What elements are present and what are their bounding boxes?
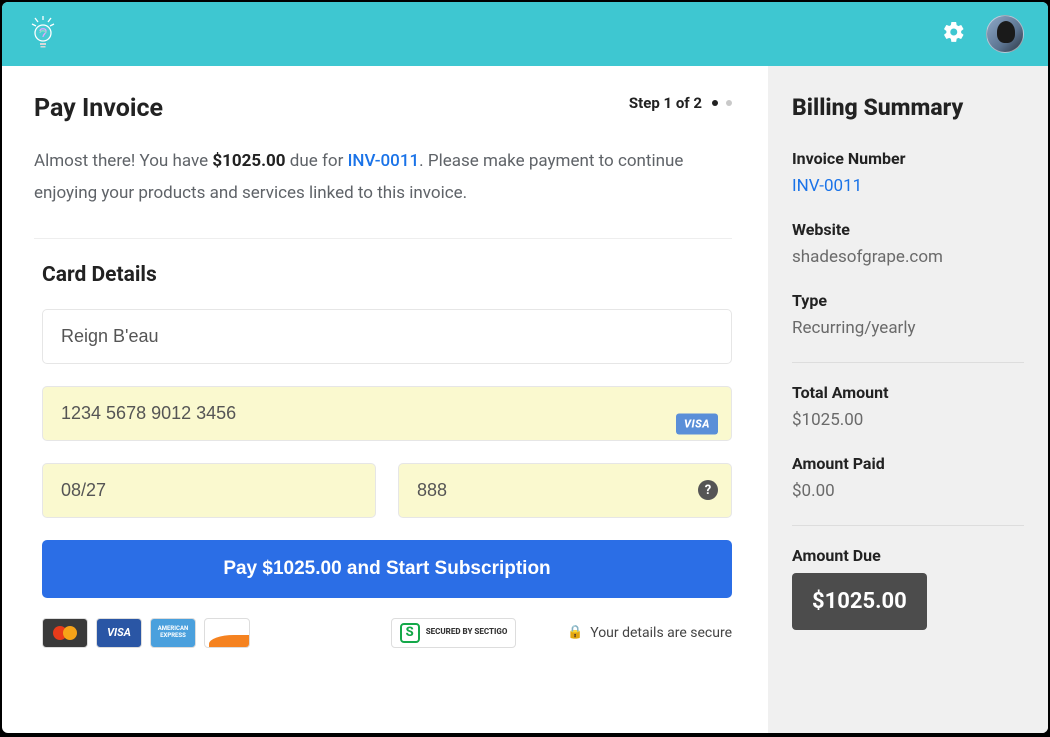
amount-paid-value: $0.00 [792, 481, 1024, 501]
secure-note-text: Your details are secure [590, 625, 732, 641]
website-value: shadesofgrape.com [792, 247, 1024, 267]
billing-summary-sidebar: Billing Summary Invoice Number INV-0011 … [768, 66, 1048, 733]
invoice-number-label: Invoice Number [792, 149, 1024, 168]
cardholder-name-input[interactable] [42, 309, 732, 364]
sidebar-divider-1 [792, 362, 1024, 363]
invoice-subtext: Almost there! You have $1025.00 due for … [34, 145, 732, 210]
billing-summary-title: Billing Summary [792, 94, 1024, 121]
expiry-input[interactable] [42, 463, 376, 518]
mastercard-icon [42, 618, 88, 648]
top-bar [2, 2, 1048, 66]
cvv-help-icon[interactable]: ? [698, 480, 718, 500]
card-number-input[interactable] [42, 386, 732, 441]
sectigo-mark-icon: S [400, 623, 420, 643]
settings-gear-icon[interactable] [942, 20, 966, 48]
step-label: Step 1 of 2 [629, 94, 702, 112]
amount-due-label: Amount Due [792, 546, 1024, 565]
website-label: Website [792, 220, 1024, 239]
invoice-number-link[interactable]: INV-0011 [792, 176, 1024, 196]
amount-due-value: $1025.00 [792, 573, 927, 630]
lock-icon: 🔒 [567, 625, 583, 640]
subtext-middle: due for [286, 151, 348, 171]
step-dot-2 [726, 100, 732, 106]
card-brand-badge: VISA [676, 414, 718, 435]
invoice-link[interactable]: INV-0011 [348, 151, 420, 171]
user-avatar[interactable] [986, 15, 1024, 53]
cvv-input[interactable] [398, 463, 732, 518]
visa-icon: VISA [96, 618, 142, 648]
subtext-amount: $1025.00 [212, 151, 285, 171]
sectigo-text: SECURED BY SECTIGO [426, 628, 508, 637]
amex-icon: AMERICAN EXPRESS [150, 618, 196, 648]
secure-note: 🔒 Your details are secure [567, 625, 732, 641]
type-label: Type [792, 291, 1024, 310]
amount-paid-label: Amount Paid [792, 454, 1024, 473]
app-logo[interactable] [30, 16, 56, 52]
accepted-cards: VISA AMERICAN EXPRESS [42, 618, 250, 648]
page-title: Pay Invoice [34, 94, 163, 123]
discover-icon [204, 618, 250, 648]
card-details-title: Card Details [42, 263, 732, 287]
pay-button[interactable]: Pay $1025.00 and Start Subscription [42, 540, 732, 598]
total-amount-value: $1025.00 [792, 410, 1024, 430]
step-indicator: Step 1 of 2 [629, 94, 732, 112]
type-value: Recurring/yearly [792, 318, 1024, 338]
subtext-prefix: Almost there! You have [34, 151, 212, 171]
total-amount-label: Total Amount [792, 383, 1024, 402]
sidebar-divider-2 [792, 525, 1024, 526]
step-dot-1 [712, 100, 718, 106]
sectigo-badge: S SECURED BY SECTIGO [391, 618, 517, 648]
